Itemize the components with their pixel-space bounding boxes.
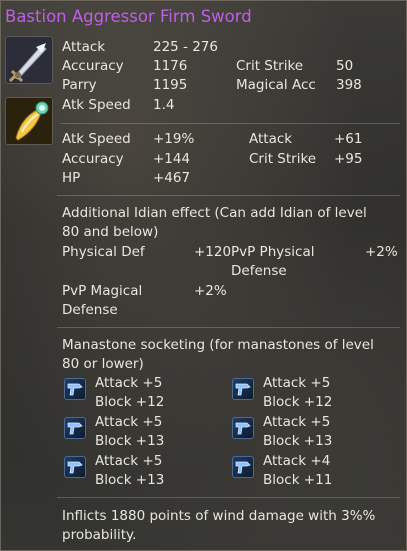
manastone-slot-1-line2: Block +12 <box>95 394 165 410</box>
effect-line1: Inflicts 1880 points of wind damage with… <box>62 508 376 524</box>
idian-label-pvp-physical-line1: PvP Physical <box>231 244 315 260</box>
stat-value-magical-acc: 398 <box>336 77 362 93</box>
divider <box>60 123 400 124</box>
manastone-icon <box>232 378 254 400</box>
idian-header-line1: Additional Idian effect (Can add Idian o… <box>62 205 367 221</box>
sword-icon <box>5 36 53 84</box>
stat-value-attack: 225 - 276 <box>153 39 218 55</box>
idian-label-physical-def: Physical Def <box>62 244 145 260</box>
divider <box>57 195 400 196</box>
bonus-value-hp: +467 <box>153 170 191 186</box>
bonus-label-attack: Attack <box>249 131 293 147</box>
stat-value-crit-strike: 50 <box>336 58 354 74</box>
stat-label-parry: Parry <box>62 77 97 93</box>
idian-label-pvp-magical-line1: PvP Magical <box>62 283 143 299</box>
divider <box>57 327 400 328</box>
stat-label-atk-speed: Atk Speed <box>62 97 131 113</box>
manastone-icon <box>64 378 86 400</box>
manastone-icon <box>64 417 86 439</box>
idian-value-pvp-magical: +2% <box>194 283 227 299</box>
idian-value-pvp-physical: +2% <box>365 244 398 260</box>
bonus-value-attack: +61 <box>334 131 363 147</box>
stat-label-crit-strike: Crit Strike <box>236 58 304 74</box>
stat-label-magical-acc: Magical Acc <box>236 77 316 93</box>
manastone-slot-4-line2: Block +13 <box>263 433 333 449</box>
stat-value-parry: 1195 <box>153 77 188 93</box>
item-tooltip: Bastion Aggressor Firm Sword Attack 225 … <box>0 0 407 551</box>
divider <box>57 497 400 498</box>
manastone-slot-3-line1: Attack +5 <box>95 414 163 430</box>
manastone-slot-5-line2: Block +13 <box>95 472 165 488</box>
stat-label-attack: Attack <box>62 39 106 55</box>
idian-icon <box>5 97 53 145</box>
bonus-value-crit-strike: +95 <box>334 151 363 167</box>
bonus-label-crit-strike: Crit Strike <box>249 151 317 167</box>
manastone-slot-4-line1: Attack +5 <box>263 414 331 430</box>
idian-header-line2: 80 and below) <box>62 224 159 240</box>
effect-line2: probability. <box>62 527 137 543</box>
manastone-icon <box>232 456 254 478</box>
manastone-slot-2-line1: Attack +5 <box>263 375 331 391</box>
idian-label-pvp-magical-line2: Defense <box>62 302 118 318</box>
manastone-slot-3-line2: Block +13 <box>95 433 165 449</box>
manastone-slot-2-line2: Block +12 <box>263 394 333 410</box>
idian-value-physical-def: +120 <box>194 244 232 260</box>
manastone-icon <box>64 456 86 478</box>
bonus-value-accuracy: +144 <box>153 151 191 167</box>
manastone-slot-6-line1: Attack +4 <box>263 453 331 469</box>
bonus-label-atk-speed: Atk Speed <box>62 131 131 147</box>
stat-value-accuracy: 1176 <box>153 58 188 74</box>
item-name: Bastion Aggressor Firm Sword <box>5 7 252 26</box>
bonus-label-accuracy: Accuracy <box>62 151 124 167</box>
stat-value-atk-speed: 1.4 <box>153 97 175 113</box>
idian-label-pvp-physical-line2: Defense <box>231 263 287 279</box>
manastone-header-line1: Manastone socketing (for manastones of l… <box>62 337 374 353</box>
manastone-icon <box>232 417 254 439</box>
bonus-label-hp: HP <box>62 170 81 186</box>
manastone-header-line2: 80 or lower) <box>62 356 144 372</box>
manastone-slot-5-line1: Attack +5 <box>95 453 163 469</box>
stat-label-accuracy: Accuracy <box>62 58 124 74</box>
bonus-value-atk-speed: +19% <box>153 131 195 147</box>
manastone-slot-6-line2: Block +11 <box>263 472 333 488</box>
manastone-slot-1-line1: Attack +5 <box>95 375 163 391</box>
